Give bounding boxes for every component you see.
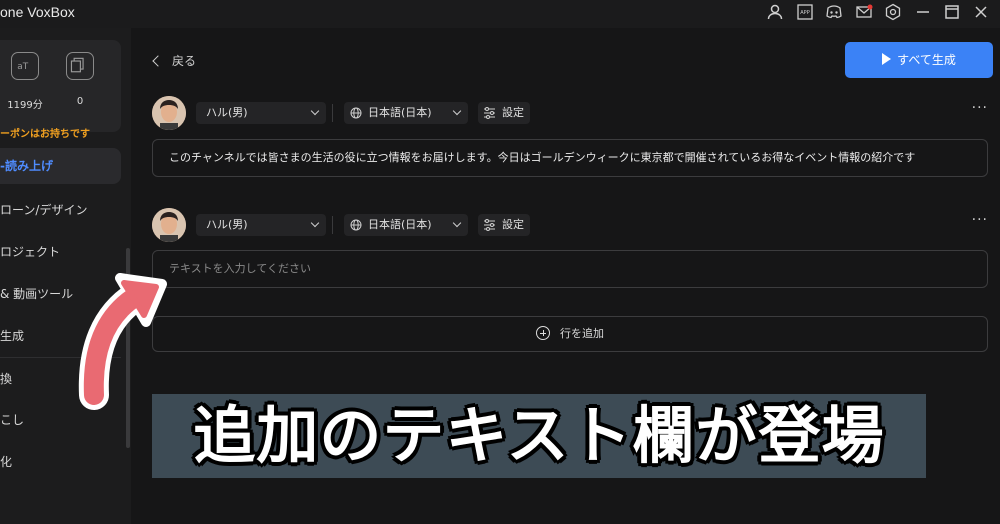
voice-settings-button[interactable]: 設定 [478, 102, 530, 124]
voice-select[interactable]: ハル(男) [196, 214, 326, 236]
play-icon [882, 53, 892, 65]
sliders-icon [484, 107, 495, 119]
app-title: one VoxBox [0, 4, 75, 20]
chevron-left-icon [152, 55, 164, 67]
usage-card: aT 1199分 0 ーポンはお持ちです [0, 40, 121, 140]
language-value: 日本語(日本) [368, 218, 432, 231]
title-bar: one VoxBox APP [0, 0, 1000, 28]
text-input[interactable]: このチャンネルでは皆さまの生活の役に立つ情報をお届けします。今日はゴールデンウィ… [152, 139, 988, 177]
app-icon[interactable]: APP [796, 3, 814, 21]
sidebar-item-label: 生成 [0, 329, 25, 343]
sidebar-item-label: 化 [0, 455, 13, 469]
more-options-icon[interactable]: ··· [972, 100, 988, 116]
row-controls: ハル(男) 日本語(日本) 設定 ··· [152, 96, 992, 130]
add-row-label: 行を追加 [560, 327, 604, 340]
user-icon[interactable] [766, 3, 784, 21]
sliders-icon [484, 219, 495, 231]
voice-value: ハル(男) [206, 106, 248, 119]
mail-icon[interactable] [855, 3, 873, 21]
chevron-down-icon [310, 218, 320, 228]
voice-select[interactable]: ハル(男) [196, 102, 326, 124]
globe-icon [350, 107, 362, 119]
clone-icon [66, 52, 94, 80]
language-select[interactable]: 日本語(日本) [344, 102, 468, 124]
divider [332, 216, 333, 234]
avatar[interactable] [152, 96, 186, 130]
coupon-text[interactable]: ーポンはお持ちです [0, 125, 90, 140]
sidebar-item-tts[interactable]: -読み上げ [0, 148, 121, 184]
plus-circle-icon [536, 326, 550, 340]
more-options-icon[interactable]: ··· [972, 212, 988, 228]
close-icon[interactable] [972, 3, 990, 21]
language-value: 日本語(日本) [368, 106, 432, 119]
voice-value: ハル(男) [206, 218, 248, 231]
stat-clones: 0 [76, 96, 84, 107]
generate-all-button[interactable]: すべて生成 [845, 42, 993, 78]
svg-text:APP: APP [800, 10, 809, 16]
overlay-caption: 追加のテキスト欄が登場 [193, 399, 885, 472]
sidebar-item-label: ロジェクト [0, 245, 61, 259]
sidebar-item-project[interactable]: ロジェクト [0, 234, 121, 270]
sidebar-item-label: 読み上げ [4, 159, 53, 173]
sidebar-item-label: こし [0, 413, 25, 427]
voice-settings-button[interactable]: 設定 [478, 214, 530, 236]
globe-icon [350, 219, 362, 231]
sidebar-item-label: ローン/デザイン [0, 203, 88, 217]
stat-minutes: 1199分 [7, 100, 43, 111]
divider [332, 104, 333, 122]
sidebar-item-clone[interactable]: ローン/デザイン [0, 192, 121, 228]
chevron-down-icon [452, 218, 462, 228]
add-row-button[interactable]: 行を追加 [152, 316, 988, 352]
chevron-down-icon [310, 106, 320, 116]
generate-all-label: すべて生成 [897, 53, 956, 67]
avatar[interactable] [152, 208, 186, 242]
maximize-icon[interactable] [943, 3, 961, 21]
language-select[interactable]: 日本語(日本) [344, 214, 468, 236]
minimize-icon[interactable] [914, 3, 932, 21]
sidebar-item-label: 換 [0, 372, 13, 386]
row-controls: ハル(男) 日本語(日本) 設定 ··· [152, 208, 992, 242]
svg-text:aT: aT [17, 62, 28, 72]
text-icon: aT [11, 52, 39, 80]
settings-icon[interactable] [884, 3, 902, 21]
settings-label: 設定 [502, 218, 524, 231]
chevron-down-icon [452, 106, 462, 116]
text-input[interactable]: テキストを入力してください [152, 250, 988, 288]
back-label: 戻る [172, 54, 197, 68]
settings-label: 設定 [502, 106, 524, 119]
back-button[interactable]: 戻る [150, 52, 196, 70]
sidebar-item-other[interactable]: 化 [0, 444, 121, 480]
discord-icon[interactable] [825, 3, 843, 21]
